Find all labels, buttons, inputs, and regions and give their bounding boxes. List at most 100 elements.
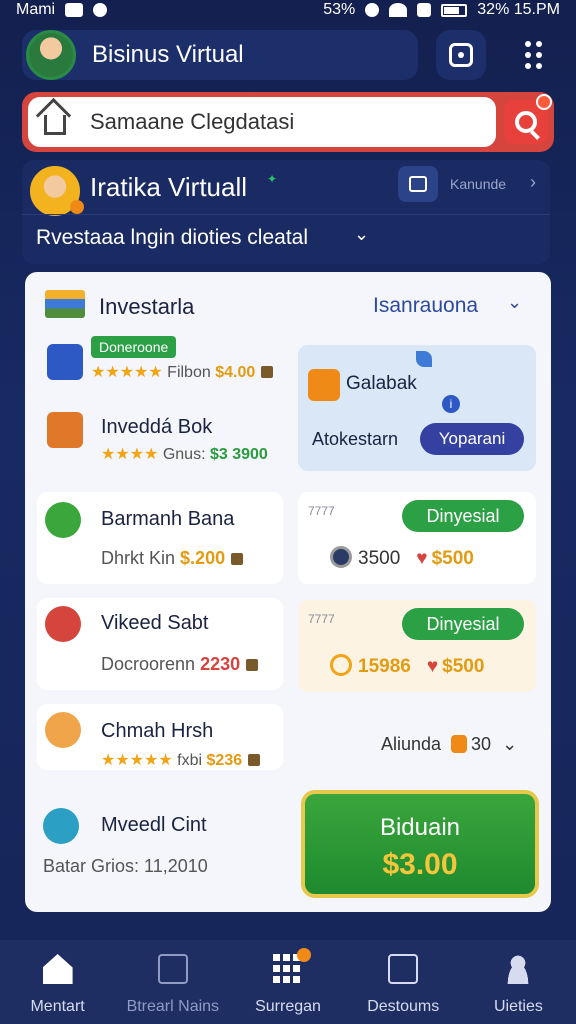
chevron-down-icon[interactable]: ⌄ <box>507 292 522 313</box>
nav-label: Destoums <box>367 998 440 1015</box>
truck-icon <box>47 412 83 448</box>
list-item-meta: Dhrkt Kin $.200 <box>101 548 244 569</box>
search-icon <box>515 111 537 133</box>
edit-profile-button[interactable] <box>398 166 438 202</box>
offer-values: 15986 ♥ $500 <box>330 654 484 678</box>
search-placeholder: Samaane Clegdatasi <box>90 109 295 134</box>
buy-price: $3.00 <box>382 848 458 881</box>
promo-button[interactable]: Yoparani <box>420 423 524 455</box>
list-item-title[interactable]: Inveddá Bok <box>101 416 212 439</box>
tools-icon <box>45 712 81 748</box>
rating-stars: ★★★★ <box>101 446 159 463</box>
nav-item-photos[interactable]: Destoums <box>346 940 461 1024</box>
wallet-icon <box>246 659 259 671</box>
wallet-icon <box>248 754 261 766</box>
carrier-label: Mami <box>16 1 56 18</box>
nav-label: Surregan <box>255 998 321 1015</box>
item-label: Gnus: <box>162 446 206 463</box>
offer-value: 3500 <box>358 548 401 569</box>
item-price: $.200 <box>180 548 226 568</box>
list-item-title: Chmah Hrsh <box>101 720 214 742</box>
panel-filter-dropdown[interactable]: Isanrauona <box>373 294 478 318</box>
list-item-title[interactable]: Mveedl Cint <box>101 814 207 837</box>
coin-icon <box>330 546 352 568</box>
store-icon <box>157 954 188 984</box>
item-label: Batar Grios: <box>43 856 140 876</box>
search-bar: Samaane Clegdatasi <box>22 92 554 152</box>
item-tag: Doneroone <box>91 336 177 358</box>
edit-icon <box>409 176 427 192</box>
offer-card[interactable]: 7777 Dinyesial 3500 ♥ $500 <box>298 492 536 584</box>
coin-badge-icon <box>70 200 84 214</box>
clock-icon <box>365 3 380 17</box>
chevron-right-icon[interactable]: › <box>530 172 536 193</box>
search-button[interactable] <box>504 94 552 144</box>
nav-label: Btrearl Nains <box>126 998 220 1015</box>
profile-card: Iratika Virtuall ✦ Kanunde › Rvestaaa ln… <box>22 160 550 264</box>
verified-icon: ✦ <box>267 172 278 186</box>
item-label: Dhrkt Kin <box>101 548 176 568</box>
app-header: Bisinus Virtual <box>22 30 418 80</box>
bottom-nav: Mentart Btrearl Nains Surregan Destoums … <box>0 940 576 1024</box>
promo-text: Atokestarn <box>312 429 399 449</box>
list-item-meta: Docroorenn 2230 <box>101 654 259 675</box>
list-item-title: Barmanh Bana <box>101 508 235 530</box>
nav-item-home[interactable]: Mentart <box>0 940 115 1024</box>
offer-value: 15986 <box>358 656 411 677</box>
battery-percent: 53% <box>323 1 356 18</box>
buy-button[interactable]: Biduain $3.00 <box>301 790 539 898</box>
badge-icon <box>297 948 311 962</box>
item-price: 2230 <box>200 654 241 674</box>
home-icon <box>44 115 66 135</box>
profile-subtitle[interactable]: Rvestaaa lngin dioties cleatal <box>36 226 308 250</box>
filter-value: 30 <box>471 734 492 754</box>
offer-price: $500 <box>431 548 474 569</box>
nav-label: Mentart <box>30 998 85 1015</box>
list-item[interactable]: Vikeed Sabt Docroorenn 2230 <box>37 598 283 690</box>
scan-button[interactable] <box>436 30 486 80</box>
menu-button[interactable] <box>508 30 558 80</box>
leaf-icon <box>416 351 432 367</box>
profile-link[interactable]: Kanunde <box>450 176 506 192</box>
chevron-down-icon[interactable]: ⌄ <box>502 734 517 754</box>
offer-badge[interactable]: Dinyesial <box>402 500 524 532</box>
nav-item-store[interactable]: Btrearl Nains <box>115 940 230 1024</box>
heart-icon: ♥ <box>426 656 439 677</box>
item-price: $3 3900 <box>209 446 268 463</box>
status-time: 32% 15.PM <box>477 1 560 18</box>
quantity-filter[interactable]: Aliunda 30 ⌄ <box>381 734 517 755</box>
list-item-title: Vikeed Sabt <box>101 612 209 634</box>
offer-code: 7777 <box>308 612 335 626</box>
chevron-down-icon[interactable]: ⌄ <box>354 224 369 245</box>
list-item-meta: ★★★★★ fxbi $236 <box>101 750 261 770</box>
app-icon <box>93 3 108 17</box>
item-price: $236 <box>206 752 243 769</box>
avatar[interactable] <box>26 30 76 80</box>
wifi-icon <box>389 3 408 17</box>
hand-icon <box>451 735 468 753</box>
offer-badge[interactable]: Dinyesial <box>402 608 524 640</box>
photo-icon <box>388 954 419 984</box>
offer-price: $500 <box>442 656 485 677</box>
nav-item-profile[interactable]: Uieties <box>461 940 576 1024</box>
nav-label: Uieties <box>493 998 543 1015</box>
offer-values: 3500 ♥ $500 <box>330 546 474 570</box>
filter-label: Aliunda <box>381 734 442 754</box>
user-icon <box>503 954 534 984</box>
list-item[interactable]: Barmanh Bana Dhrkt Kin $.200 <box>37 492 283 584</box>
status-bar: Mami 53% 32% 15.PM <box>0 0 576 20</box>
offer-card[interactable]: 7777 Dinyesial 15986 ♥ $500 <box>298 600 536 692</box>
message-icon <box>65 3 84 17</box>
list-item[interactable]: Chmah Hrsh ★★★★★ fxbi $236 <box>37 704 283 770</box>
heart-icon: ♥ <box>416 548 428 569</box>
books-icon <box>45 290 85 318</box>
wrench-icon <box>43 808 79 844</box>
promo-card[interactable]: Galabak i Atokestarn Yoparani <box>298 345 536 471</box>
list-item-meta: Batar Grios: 11,2010 <box>43 856 208 877</box>
grid-dots-icon <box>524 41 542 69</box>
search-input[interactable]: Samaane Clegdatasi <box>28 97 496 147</box>
info-icon[interactable]: i <box>442 395 460 413</box>
nav-item-grid[interactable]: Surregan <box>230 940 345 1024</box>
item-label: Docroorenn <box>101 654 196 674</box>
panel-title: Investarla <box>99 294 195 319</box>
